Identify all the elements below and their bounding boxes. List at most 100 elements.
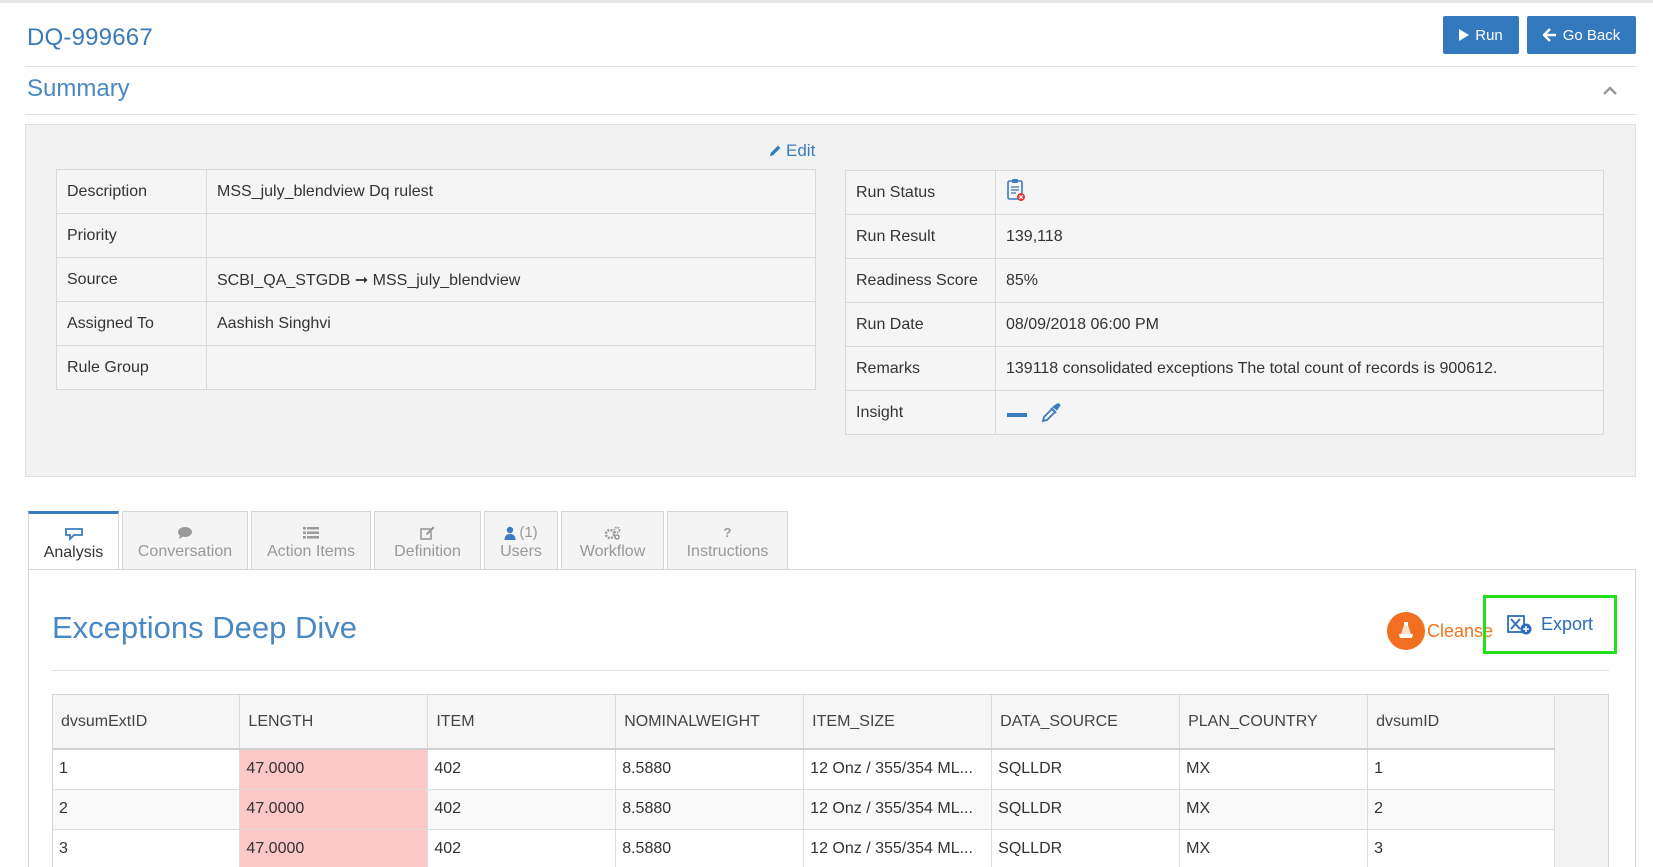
run-button[interactable]: Run bbox=[1443, 16, 1519, 54]
column-header[interactable]: DATA_SOURCE bbox=[991, 695, 1181, 750]
table-cell: SQLLDR bbox=[991, 829, 1181, 867]
column-header[interactable]: ITEM_SIZE bbox=[803, 695, 993, 750]
table-cell: 12 Onz / 355/354 ML... bbox=[803, 829, 993, 867]
page-title: DQ-999667 bbox=[27, 24, 153, 51]
summary-value: 85% bbox=[995, 258, 1604, 303]
clipboard-error-icon[interactable] bbox=[1006, 178, 1026, 202]
export-label: Export bbox=[1540, 614, 1594, 634]
exceptions-table: dvsumExtID LENGTH ITEM NOMINALWEIGHT ITE… bbox=[52, 694, 1609, 867]
tab-label: Analysis bbox=[43, 543, 104, 561]
table-cell: 8.5880 bbox=[615, 789, 805, 830]
table-row[interactable]: 2 47.0000 402 8.5880 12 Onz / 355/354 ML… bbox=[53, 789, 1555, 830]
tab-analysis[interactable]: Analysis bbox=[28, 511, 119, 570]
run-details-table: Run Status Run Result 139,118 Readiness … bbox=[845, 170, 1604, 435]
user-icon: (1) bbox=[504, 524, 538, 541]
pencil-icon bbox=[770, 145, 781, 156]
column-header[interactable]: NOMINALWEIGHT bbox=[615, 695, 805, 750]
tab-label: Instructions bbox=[686, 542, 769, 560]
summary-row: Run Date 08/09/2018 06:00 PM bbox=[845, 302, 1604, 347]
table-cell: 2 bbox=[1367, 789, 1555, 830]
summary-value: Aashish Singhvi bbox=[206, 301, 816, 346]
table-header-row: dvsumExtID LENGTH ITEM NOMINALWEIGHT ITE… bbox=[53, 695, 1555, 750]
table-cell: 12 Onz / 355/354 ML... bbox=[803, 789, 993, 830]
export-button[interactable]: Export bbox=[1483, 595, 1617, 654]
table-cell: 402 bbox=[427, 749, 617, 790]
cleanse-button[interactable]: Cleanse bbox=[1387, 612, 1493, 650]
summary-label: Remarks bbox=[845, 346, 996, 391]
table-cell: 3 bbox=[1367, 829, 1555, 867]
tab-label: Users bbox=[500, 542, 542, 560]
summary-value bbox=[206, 213, 816, 258]
edit-icon bbox=[419, 525, 436, 541]
cogs-icon bbox=[604, 525, 622, 541]
column-header[interactable]: dvsumExtID bbox=[53, 695, 241, 750]
tab-definition[interactable]: Definition bbox=[374, 511, 481, 570]
go-back-button[interactable]: Go Back bbox=[1527, 16, 1636, 54]
divider bbox=[25, 66, 1636, 67]
tab-workflow[interactable]: Workflow bbox=[561, 511, 664, 570]
tab-users[interactable]: (1) Users bbox=[484, 511, 558, 570]
summary-value bbox=[206, 345, 816, 390]
tab-label: Conversation bbox=[137, 542, 233, 560]
table-row[interactable]: 3 47.0000 402 8.5880 12 Onz / 355/354 ML… bbox=[53, 829, 1555, 867]
column-header[interactable]: PLAN_COUNTRY bbox=[1179, 695, 1369, 750]
minus-icon[interactable] bbox=[1006, 408, 1030, 418]
summary-row: Source SCBI_QA_STGDB ➞ MSS_july_blendvie… bbox=[56, 257, 816, 302]
column-header[interactable]: dvsumID bbox=[1367, 695, 1555, 750]
table-cell: 8.5880 bbox=[615, 829, 805, 867]
summary-row: Insight bbox=[845, 390, 1604, 435]
table-row[interactable]: 1 47.0000 402 8.5880 12 Onz / 355/354 ML… bbox=[53, 749, 1555, 790]
summary-row: Description MSS_july_blendview Dq rulest bbox=[56, 169, 816, 214]
table-cell: MX bbox=[1179, 749, 1369, 790]
analysis-icon bbox=[64, 526, 84, 542]
exceptions-grid: dvsumExtID LENGTH ITEM NOMINALWEIGHT ITE… bbox=[53, 695, 1555, 867]
table-cell: MX bbox=[1179, 829, 1369, 867]
table-cell: SQLLDR bbox=[991, 749, 1181, 790]
summary-value bbox=[995, 390, 1604, 435]
summary-row: Rule Group bbox=[56, 345, 816, 390]
broom-icon bbox=[1387, 612, 1425, 650]
summary-label: Run Status bbox=[845, 170, 996, 215]
summary-label: Assigned To bbox=[56, 301, 207, 346]
tab-conversation[interactable]: Conversation bbox=[122, 511, 248, 570]
summary-label: Run Result bbox=[845, 214, 996, 259]
table-cell: MX bbox=[1179, 789, 1369, 830]
question-icon: ? bbox=[723, 525, 732, 540]
divider bbox=[25, 114, 1636, 115]
list-icon bbox=[303, 525, 319, 541]
summary-label: Insight bbox=[845, 390, 996, 435]
table-cell-highlighted: 47.0000 bbox=[239, 789, 429, 830]
table-cell: 2 bbox=[53, 789, 241, 830]
table-cell: 12 Onz / 355/354 ML... bbox=[803, 749, 993, 790]
table-cell: 3 bbox=[53, 829, 241, 867]
tab-instructions[interactable]: ? Instructions bbox=[667, 511, 788, 570]
summary-value: MSS_july_blendview Dq rulest bbox=[206, 169, 816, 214]
table-cell: 402 bbox=[427, 829, 617, 867]
summary-row: Run Status bbox=[845, 170, 1604, 215]
users-count: (1) bbox=[519, 524, 538, 541]
chevron-up-icon[interactable] bbox=[1603, 84, 1617, 98]
section-title: Exceptions Deep Dive bbox=[52, 610, 357, 645]
summary-value: 139118 consolidated exceptions The total… bbox=[995, 346, 1604, 391]
tab-action-items[interactable]: Action Items bbox=[251, 511, 371, 570]
table-cell: SQLLDR bbox=[991, 789, 1181, 830]
summary-row: Assigned To Aashish Singhvi bbox=[56, 301, 816, 346]
arrow-left-icon bbox=[1542, 28, 1556, 42]
edit-link[interactable]: Edit bbox=[768, 141, 815, 161]
summary-row: Remarks 139118 consolidated exceptions T… bbox=[845, 346, 1604, 391]
summary-row: Priority bbox=[56, 213, 816, 258]
tab-bar: Analysis Conversation Action Items Defin… bbox=[28, 511, 788, 570]
summary-label: Description bbox=[56, 169, 207, 214]
tab-label: Action Items bbox=[266, 542, 356, 560]
eyedropper-icon[interactable] bbox=[1040, 402, 1062, 424]
summary-value: 08/09/2018 06:00 PM bbox=[995, 302, 1604, 347]
summary-label: Priority bbox=[56, 213, 207, 258]
tab-label: Workflow bbox=[579, 542, 646, 560]
summary-label: Rule Group bbox=[56, 345, 207, 390]
summary-value bbox=[995, 170, 1604, 215]
column-header[interactable]: LENGTH bbox=[239, 695, 429, 750]
edit-label: Edit bbox=[786, 141, 816, 160]
table-cell: 402 bbox=[427, 789, 617, 830]
column-header[interactable]: ITEM bbox=[427, 695, 617, 750]
comment-icon bbox=[177, 525, 193, 541]
